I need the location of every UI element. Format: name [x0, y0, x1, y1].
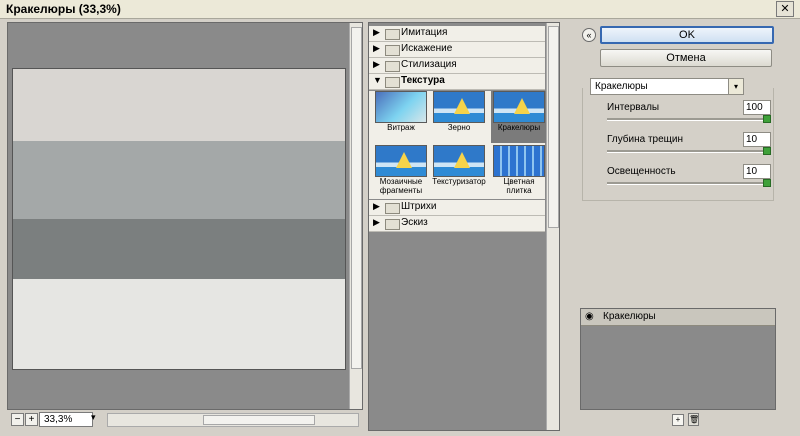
folder-label: Имитация: [401, 27, 448, 38]
thumbnail-image: [433, 91, 485, 123]
thumb-craquelure[interactable]: Кракелюры: [491, 91, 547, 143]
thumbnail-label: Мозаичные фрагменты: [379, 177, 423, 195]
brightness-slider[interactable]: [607, 182, 767, 185]
triangle-right-icon: ▶: [373, 27, 380, 37]
scroll-thumb[interactable]: [548, 26, 559, 228]
zoom-in-button[interactable]: +: [25, 413, 38, 426]
folder-stylization[interactable]: ▶ Стилизация: [369, 58, 545, 74]
folder-texture[interactable]: ▼ Текстура: [369, 74, 545, 90]
sailboat-icon: [454, 152, 470, 168]
folder-icon: [385, 29, 400, 40]
scroll-thumb[interactable]: [203, 415, 315, 425]
cancel-button[interactable]: Отмена: [600, 49, 772, 67]
sailboat-icon: [396, 152, 412, 168]
filter-params-group: Интервалы 100 Глубина трещин 10 Освещенн…: [582, 88, 774, 201]
folder-icon: [385, 61, 400, 72]
crack-depth-slider[interactable]: [607, 150, 767, 153]
triangle-right-icon: ▶: [373, 59, 380, 69]
thumb-mosaic-tiles[interactable]: Мозаичные фрагменты: [373, 145, 429, 197]
ok-button[interactable]: OK: [600, 26, 774, 44]
thumb-texturizer[interactable]: Текстуризатор: [431, 145, 487, 197]
thumbnail-image: [375, 145, 427, 177]
gallery-vertical-scrollbar[interactable]: [546, 23, 559, 430]
window-title: Кракелюры (33,3%): [6, 2, 121, 16]
thumbnail-label: Витраж: [387, 123, 415, 132]
filter-gallery-panel: ▶ Имитация ▶ Искажение ▶ Стилизация ▼ Те…: [368, 22, 560, 431]
folder-label: Эскиз: [401, 217, 428, 228]
image-preview-panel[interactable]: [7, 22, 363, 410]
folder-brush-strokes[interactable]: ▶ Штрихи: [369, 200, 545, 216]
preview-bottom-bar: − + 33,3% ▾: [7, 410, 361, 428]
folder-icon: [385, 219, 400, 230]
filter-select[interactable]: Кракелюры ▾: [590, 78, 744, 95]
param-label-brightness: Освещенность: [607, 166, 676, 177]
trash-icon[interactable]: 🗑: [688, 413, 699, 426]
eye-icon[interactable]: ◉: [585, 311, 594, 322]
title-bar: Кракелюры (33,3%) ✕: [0, 0, 800, 19]
preview-vertical-scrollbar[interactable]: [349, 23, 362, 409]
chevron-down-icon[interactable]: ▾: [728, 79, 743, 94]
sailboat-icon: [514, 98, 530, 114]
close-icon[interactable]: ✕: [776, 1, 794, 17]
param-label-crack-depth: Глубина трещин: [607, 134, 684, 145]
thumbnail-label: Кракелюры: [497, 123, 541, 132]
folder-label: Штрихи: [401, 201, 437, 212]
folder-distortion[interactable]: ▶ Искажение: [369, 42, 545, 58]
folder-imitation[interactable]: ▶ Имитация: [369, 26, 545, 42]
thumbnail-image: [493, 91, 545, 123]
folder-icon: [385, 45, 400, 56]
collapse-gallery-button[interactable]: «: [582, 28, 596, 42]
thumbnail-label: Зерно: [447, 123, 471, 132]
folder-label: Текстура: [401, 75, 445, 86]
spacing-slider[interactable]: [607, 118, 767, 121]
thumb-stained-glass[interactable]: Витраж: [373, 91, 429, 143]
thumbnail-image: [375, 91, 427, 123]
scroll-thumb[interactable]: [351, 27, 362, 369]
folder-sketch[interactable]: ▶ Эскиз: [369, 216, 545, 232]
preview-horizontal-scrollbar[interactable]: [107, 413, 359, 427]
spacing-field[interactable]: 100: [743, 100, 771, 115]
folder-label: Стилизация: [401, 59, 457, 70]
chevron-down-icon[interactable]: ▾: [91, 412, 96, 423]
thumbnail-label: Цветная плитка: [503, 177, 535, 195]
param-label-spacing: Интервалы: [607, 102, 660, 113]
zoom-level-field[interactable]: 33,3%: [39, 412, 93, 427]
folder-icon: [385, 203, 400, 214]
thumb-patchwork[interactable]: Цветная плитка: [491, 145, 547, 197]
effect-layers-list: ◉ Кракелюры: [580, 308, 776, 410]
texture-thumbnails: Витраж Зерно Кракелюры Мозаичные фрагмен…: [369, 91, 547, 199]
brightness-field[interactable]: 10: [743, 164, 771, 179]
preview-image: [12, 68, 346, 370]
effect-layer-row[interactable]: ◉ Кракелюры: [581, 309, 775, 326]
slider-handle[interactable]: [763, 179, 771, 187]
thumbnail-image: [493, 145, 545, 177]
filter-select-value: Кракелюры: [595, 81, 648, 92]
triangle-right-icon: ▶: [373, 43, 380, 53]
thumbnail-image: [433, 145, 485, 177]
layer-name: Кракелюры: [603, 311, 656, 322]
thumb-grain[interactable]: Зерно: [431, 91, 487, 143]
slider-handle[interactable]: [763, 115, 771, 123]
triangle-right-icon: ▶: [373, 201, 380, 211]
slider-handle[interactable]: [763, 147, 771, 155]
triangle-right-icon: ▶: [373, 217, 380, 227]
folder-label: Искажение: [401, 43, 453, 54]
zoom-out-button[interactable]: −: [11, 413, 24, 426]
crack-depth-field[interactable]: 10: [743, 132, 771, 147]
new-effect-layer-button[interactable]: +: [672, 414, 684, 426]
triangle-down-icon: ▼: [373, 75, 382, 85]
folder-icon: [385, 77, 400, 88]
thumbnail-label: Текстуризатор: [432, 177, 486, 186]
settings-panel: « OK Отмена Интервалы 100 Глубина трещин…: [574, 22, 779, 429]
sailboat-icon: [454, 98, 470, 114]
